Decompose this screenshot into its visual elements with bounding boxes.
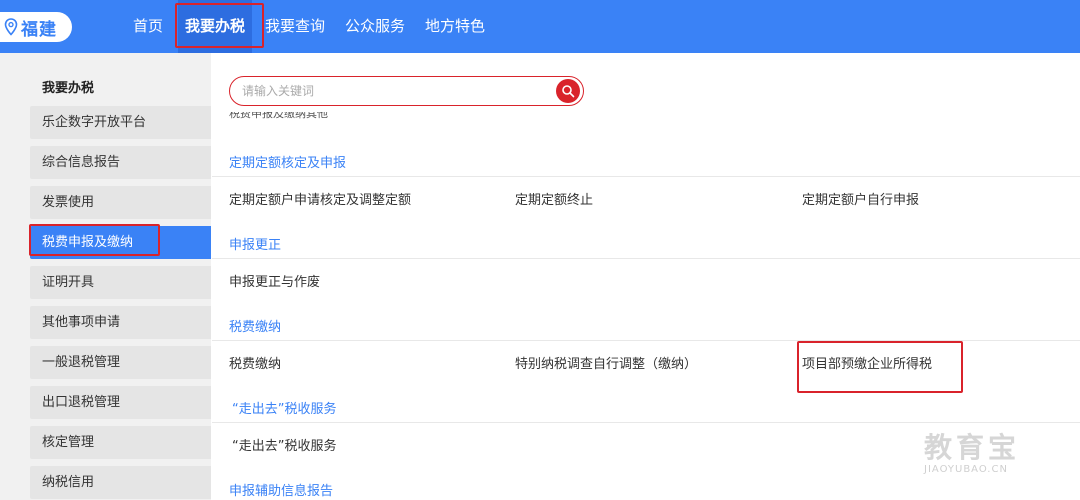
top-navigation-bar: 福建 首页 我要办税 我要查询 公众服务 地方特色: [0, 0, 1080, 53]
section-title-aux-info: 申报辅助信息报告: [229, 484, 334, 499]
nav-tax-handling[interactable]: 我要办税: [178, 0, 252, 53]
sidebar-item-tax-credit[interactable]: 纳税信用: [30, 466, 211, 499]
link-project-prepay-income-tax[interactable]: 项目部预缴企业所得税: [802, 353, 932, 372]
section-title-correction: 申报更正: [229, 238, 282, 253]
sidebar-item-refund-export[interactable]: 出口退税管理: [30, 386, 211, 419]
clipped-link-text: 税费申报及缴纳其他: [229, 112, 328, 120]
sidebar-item-refund-general[interactable]: 一般退税管理: [30, 346, 211, 379]
sidebar-item-info-report[interactable]: 综合信息报告: [30, 146, 211, 179]
link-quota-terminate[interactable]: 定期定额终止: [515, 189, 593, 208]
link-special-adjustment[interactable]: 特别纳税调查自行调整（缴纳）: [515, 353, 697, 372]
link-quota-apply[interactable]: 定期定额户申请核定及调整定额: [229, 189, 411, 208]
link-tax-payment[interactable]: 税费缴纳: [229, 353, 281, 372]
search-icon: [562, 85, 575, 98]
nav-local-features[interactable]: 地方特色: [418, 0, 492, 53]
link-correction-void[interactable]: 申报更正与作废: [229, 271, 320, 290]
sidebar: 我要办税 乐企数字开放平台 综合信息报告 发票使用 税费申报及缴纳 证明开具 其…: [0, 53, 211, 500]
region-selector[interactable]: 福建: [0, 12, 72, 42]
sidebar-item-leqi-platform[interactable]: 乐企数字开放平台: [30, 106, 211, 139]
sidebar-item-tax-declare-pay[interactable]: 税费申报及缴纳: [30, 226, 211, 259]
section-divider: [212, 422, 1080, 423]
section-divider: [212, 258, 1080, 259]
nav-public-service[interactable]: 公众服务: [338, 0, 412, 53]
section-divider: [212, 176, 1080, 177]
link-going-global-service[interactable]: “走出去”税收服务: [232, 435, 336, 454]
section-title-tax-payment: 税费缴纳: [229, 320, 282, 335]
search-button[interactable]: [556, 79, 580, 103]
sidebar-item-assessment[interactable]: 核定管理: [30, 426, 211, 459]
link-quota-self-declare[interactable]: 定期定额户自行申报: [802, 189, 919, 208]
region-name: 福建: [21, 19, 57, 40]
sidebar-title: 我要办税: [42, 81, 95, 96]
sidebar-item-certificate[interactable]: 证明开具: [30, 266, 211, 299]
watermark-logo: 教育宝 JIAOYUBAO.CN: [924, 431, 1021, 475]
search-input[interactable]: [242, 82, 542, 100]
location-pin-icon: [4, 18, 18, 36]
section-divider: [212, 340, 1080, 341]
sidebar-item-invoice[interactable]: 发票使用: [30, 186, 211, 219]
sidebar-item-other-application[interactable]: 其他事项申请: [30, 306, 211, 339]
section-title-going-global: “走出去”税收服务: [232, 402, 337, 417]
section-title-fixed-quota: 定期定额核定及申报: [229, 156, 347, 171]
nav-home[interactable]: 首页: [124, 0, 172, 53]
nav-query[interactable]: 我要查询: [258, 0, 332, 53]
search-box: [229, 76, 584, 106]
